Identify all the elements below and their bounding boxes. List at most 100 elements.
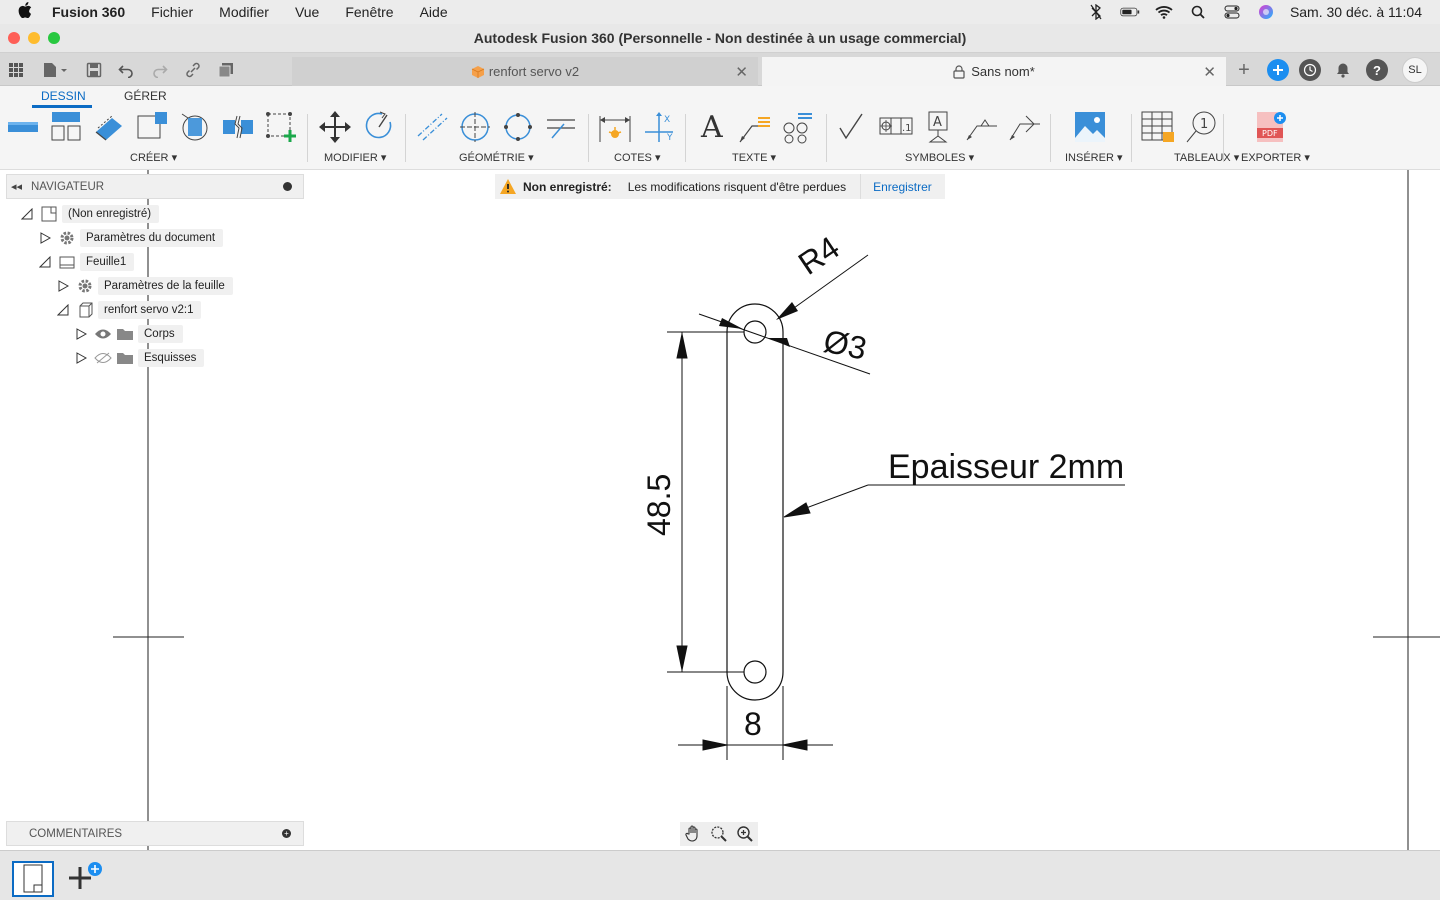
leader-text-icon[interactable]	[738, 110, 772, 144]
redo-icon[interactable]	[150, 60, 170, 80]
pan-hand-icon[interactable]	[684, 825, 702, 843]
user-avatar[interactable]: SL	[1402, 57, 1428, 83]
menu-aide[interactable]: Aide	[420, 4, 448, 20]
group-geometrie-label[interactable]: GÉOMÉTRIE ▾	[459, 151, 534, 164]
group-tableaux-label[interactable]: TABLEAUX ▾	[1174, 151, 1239, 164]
tree-item-sheet-settings[interactable]: Paramètres de la feuille	[56, 276, 233, 296]
ordinate-dimension-icon[interactable]: XY	[642, 110, 676, 144]
control-center-icon[interactable]	[1222, 4, 1242, 20]
length-dimension-text[interactable]: 48.5	[641, 474, 677, 536]
navigator-header[interactable]: ◂◂ NAVIGATEUR	[6, 174, 304, 199]
add-comment-icon[interactable]: +	[282, 829, 291, 838]
center-mark-pattern-icon[interactable]	[501, 110, 535, 144]
close-tab-icon[interactable]: ✕	[1203, 63, 1216, 81]
diameter-dimension-text[interactable]: Ø3	[821, 323, 870, 367]
thickness-note-leader[interactable]	[783, 484, 1125, 518]
versions-icon[interactable]	[216, 60, 236, 80]
tab-dessin[interactable]: DESSIN	[41, 89, 86, 103]
save-link[interactable]: Enregistrer	[873, 180, 932, 194]
apple-icon[interactable]	[18, 1, 38, 23]
menu-modifier[interactable]: Modifier	[219, 4, 269, 20]
base-view-icon[interactable]	[6, 110, 40, 144]
sheet-thumbnail[interactable]	[12, 861, 54, 897]
tree-item-bodies[interactable]: Corps	[74, 324, 183, 344]
eye-hidden-icon[interactable]	[94, 349, 112, 367]
wifi-icon[interactable]	[1154, 4, 1174, 20]
tab-gerer[interactable]: GÉRER	[124, 89, 167, 103]
surface-texture-icon[interactable]	[836, 110, 870, 144]
balloon-icon[interactable]	[780, 110, 814, 144]
link-icon[interactable]	[183, 60, 203, 80]
center-line-icon[interactable]	[415, 110, 449, 144]
data-panel-grid-icon[interactable]	[6, 60, 26, 80]
spotlight-search-icon[interactable]	[1188, 4, 1208, 20]
break-out-view-icon[interactable]	[221, 110, 255, 144]
tree-item-sketches[interactable]: Esquisses	[74, 348, 205, 368]
tree-item-sheet[interactable]: Feuille1	[38, 252, 135, 272]
notifications-bell-icon[interactable]	[1332, 59, 1354, 81]
part-outline[interactable]	[726, 303, 784, 701]
expand-closed-icon[interactable]	[74, 351, 88, 365]
width-dimension-text[interactable]: 8	[744, 706, 762, 742]
expand-closed-icon[interactable]	[38, 231, 52, 245]
length-dimension[interactable]	[667, 331, 744, 673]
new-sketch-plus-icon[interactable]	[264, 110, 298, 144]
detail-view-icon[interactable]	[135, 110, 169, 144]
rotate-icon[interactable]	[362, 110, 396, 144]
group-modifier-label[interactable]: MODIFIER ▾	[324, 151, 386, 164]
edge-extension-icon[interactable]	[544, 110, 578, 144]
table-icon[interactable]	[1141, 110, 1175, 144]
expand-open-icon[interactable]	[38, 255, 52, 269]
taper-slope-icon[interactable]	[1008, 110, 1042, 144]
section-view-icon[interactable]	[92, 110, 126, 144]
balloon-number-icon[interactable]: 1	[1185, 110, 1219, 144]
tree-item-document-settings[interactable]: Paramètres du document	[38, 228, 224, 248]
clock-datetime[interactable]: Sam. 30 déc. à 11:04	[1290, 4, 1422, 20]
group-inserer-label[interactable]: INSÉRER ▾	[1065, 151, 1122, 164]
zoom-window-icon[interactable]	[710, 825, 728, 843]
tree-item-component[interactable]: renfort servo v2:1	[56, 300, 202, 320]
text-tool-icon[interactable]: A	[701, 110, 723, 145]
expand-closed-icon[interactable]	[56, 279, 70, 293]
navigator-minimize-icon[interactable]	[283, 182, 292, 191]
job-status-clock-icon[interactable]	[1299, 59, 1321, 81]
zoom-icon[interactable]	[736, 825, 754, 843]
datum-identifier-icon[interactable]: A	[922, 110, 956, 144]
projected-view-icon[interactable]	[49, 110, 83, 144]
menu-vue[interactable]: Vue	[295, 4, 319, 20]
insert-image-icon[interactable]	[1073, 110, 1107, 144]
close-tab-icon[interactable]: ✕	[735, 63, 748, 81]
drawing-canvas[interactable]: R4 Ø3 48.5 8 Epaisseur 2mm	[0, 170, 1440, 850]
file-menu-icon[interactable]	[40, 60, 70, 80]
weld-symbol-icon[interactable]	[965, 110, 999, 144]
menu-app-name[interactable]: Fusion 360	[52, 4, 125, 20]
tab-sans-nom[interactable]: Sans nom* ✕	[762, 57, 1226, 86]
expand-closed-icon[interactable]	[74, 327, 88, 341]
comments-panel[interactable]: COMMENTAIRES +	[6, 821, 304, 846]
group-creer-label[interactable]: CRÉER ▾	[130, 151, 177, 164]
break-view-icon[interactable]	[178, 110, 212, 144]
bluetooth-icon[interactable]	[1086, 4, 1106, 20]
menu-fenetre[interactable]: Fenêtre	[345, 4, 393, 20]
dimension-icon[interactable]	[598, 110, 632, 144]
collapse-panel-icon[interactable]: ◂◂	[11, 180, 31, 193]
group-cotes-label[interactable]: COTES ▾	[614, 151, 660, 164]
group-exporter-label[interactable]: EXPORTER ▾	[1241, 151, 1310, 164]
save-icon[interactable]	[84, 60, 104, 80]
eye-visible-icon[interactable]	[94, 325, 112, 343]
tree-item-root[interactable]: (Non enregistré)	[20, 204, 160, 224]
feature-control-frame-icon[interactable]: .1	[879, 110, 913, 144]
move-icon[interactable]	[318, 110, 352, 144]
drawing-sheet[interactable]: R4 Ø3 48.5 8 Epaisseur 2mm	[0, 170, 1440, 850]
help-icon[interactable]: ?	[1366, 59, 1388, 81]
extensions-icon[interactable]	[1267, 59, 1289, 81]
export-pdf-icon[interactable]: PDF	[1254, 110, 1288, 144]
menu-fichier[interactable]: Fichier	[151, 4, 193, 20]
thickness-note-text[interactable]: Epaisseur 2mm	[888, 448, 1124, 486]
siri-icon[interactable]	[1256, 4, 1276, 20]
undo-icon[interactable]	[116, 60, 136, 80]
center-mark-icon[interactable]	[458, 110, 492, 144]
tab-renfort-servo[interactable]: renfort servo v2 ✕	[292, 57, 758, 86]
battery-icon[interactable]	[1120, 4, 1140, 20]
radius-dimension-text[interactable]: R4	[792, 229, 846, 282]
